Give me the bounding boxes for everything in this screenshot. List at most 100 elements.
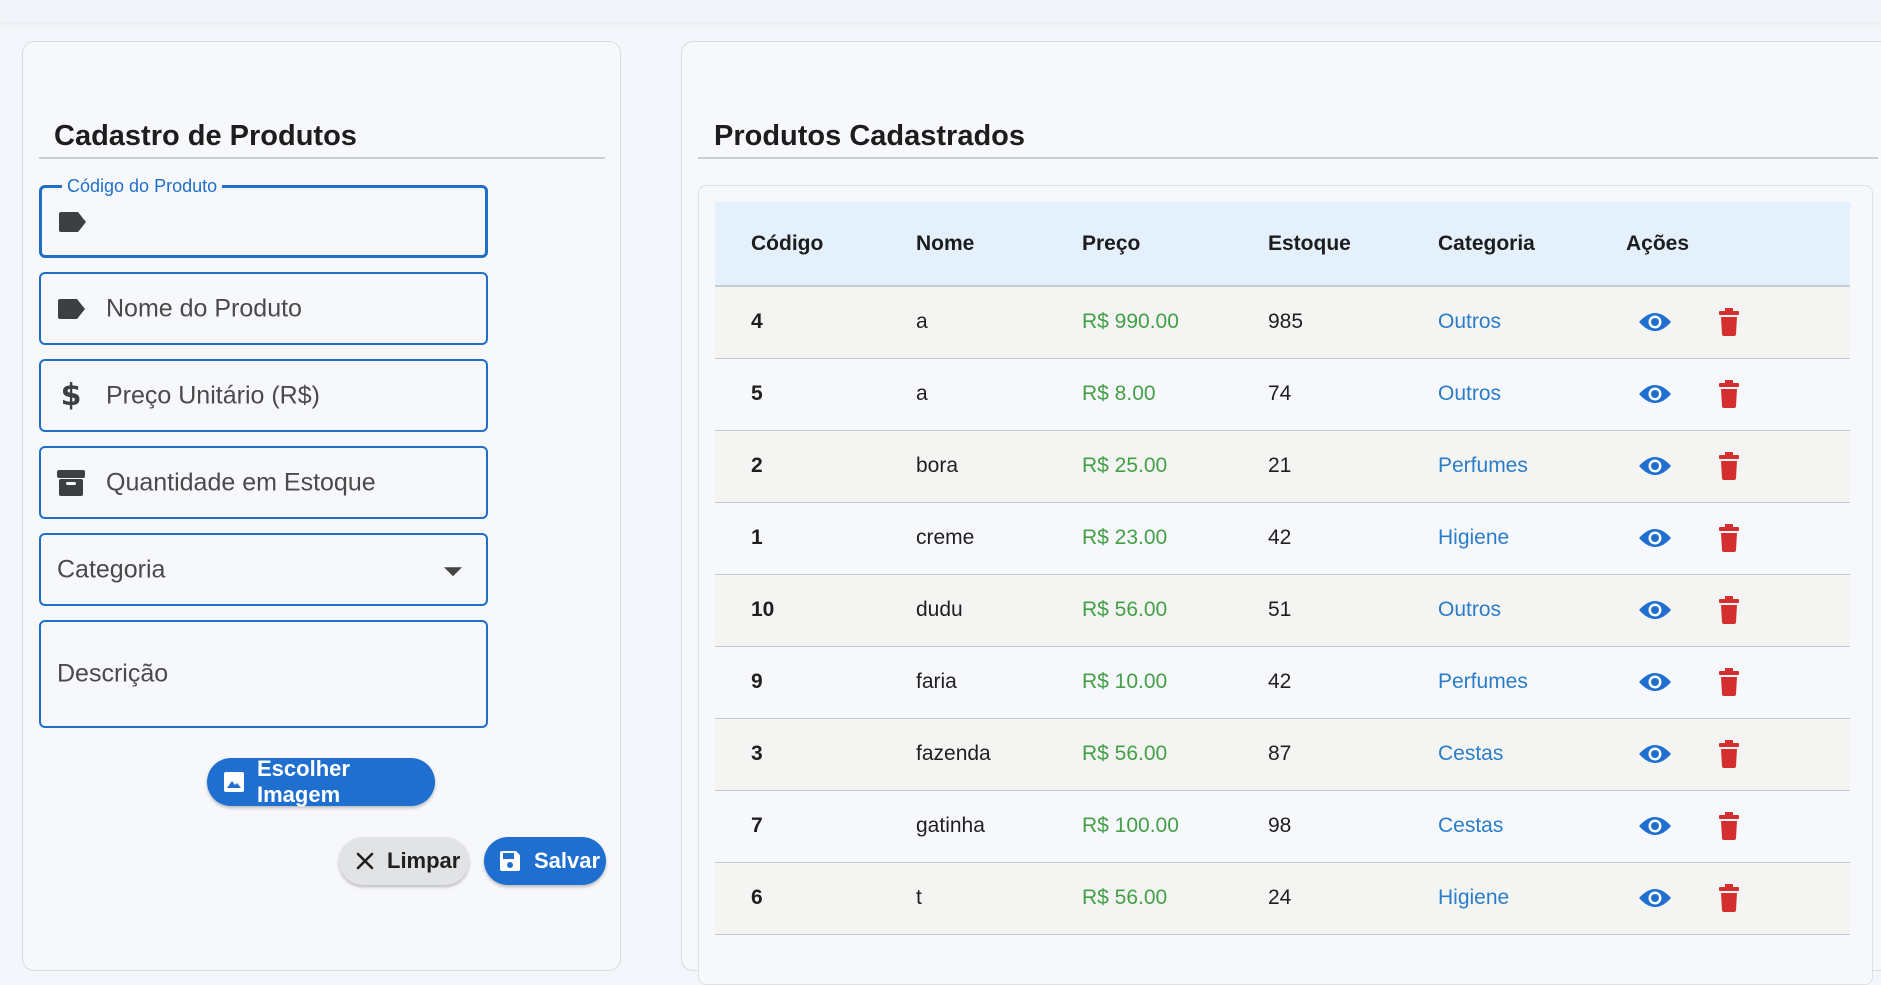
cell-name: fazenda: [916, 742, 991, 765]
cell-price: R$ 25.00: [1082, 454, 1168, 477]
product-name-field[interactable]: Nome do Produto: [39, 272, 488, 345]
product-list-card: Produtos Cadastrados Código Nome Preço E…: [681, 41, 1881, 985]
cell-category: Cestas: [1438, 814, 1504, 837]
cell-code: 2: [751, 454, 763, 477]
table-row: 5 a R$ 8.00 74 Outros: [715, 358, 1850, 430]
cell-name: faria: [916, 670, 957, 693]
description-field[interactable]: Descrição: [39, 620, 488, 728]
save-icon: [498, 849, 522, 873]
trash-icon[interactable]: [1712, 449, 1746, 483]
eye-icon[interactable]: [1638, 305, 1672, 339]
column-header-price[interactable]: Preço: [1081, 202, 1267, 287]
product-form-card: Cadastro de Produtos Código do Produto N…: [22, 41, 621, 971]
description-placeholder: Descrição: [57, 659, 169, 688]
tag-icon: [56, 206, 88, 238]
table-row: 10 dudu R$ 56.00 51 Outros: [715, 574, 1850, 646]
cell-name: a: [916, 310, 928, 334]
cell-name: a: [916, 382, 928, 405]
cell-stock: 87: [1268, 742, 1292, 765]
cell-name: creme: [916, 526, 975, 549]
save-label: Salvar: [534, 848, 601, 873]
trash-icon[interactable]: [1712, 305, 1746, 339]
eye-icon[interactable]: [1638, 665, 1672, 699]
cell-actions: [1625, 502, 1850, 574]
form-divider: [39, 157, 605, 159]
category-placeholder: Categoria: [57, 555, 166, 583]
cell-category: Outros: [1438, 310, 1502, 334]
cell-name: dudu: [916, 598, 963, 621]
cell-actions: [1625, 358, 1850, 430]
choose-image-label: Escolher Imagem: [257, 756, 350, 807]
cell-price: R$ 56.00: [1082, 742, 1168, 765]
unit-price-field[interactable]: $ Preço Unitário (R$): [39, 359, 488, 432]
trash-icon[interactable]: [1712, 809, 1746, 843]
eye-icon[interactable]: [1638, 449, 1672, 483]
cell-stock: 985: [1268, 310, 1304, 334]
cell-name: bora: [916, 454, 959, 477]
cell-actions: [1625, 790, 1850, 862]
cell-code: 4: [751, 310, 763, 334]
unit-price-placeholder: Preço Unitário (R$): [106, 381, 320, 409]
trash-icon[interactable]: [1712, 665, 1746, 699]
image-icon: [223, 771, 245, 793]
cell-stock: 24: [1268, 886, 1292, 909]
column-header-stock[interactable]: Estoque: [1267, 202, 1437, 287]
choose-image-button[interactable]: Escolher Imagem: [207, 756, 435, 807]
cell-stock: 42: [1268, 670, 1292, 693]
trash-icon[interactable]: [1712, 881, 1746, 915]
tag-icon: [55, 293, 87, 325]
table-row: 7 gatinha R$ 100.00 98 Cestas: [715, 790, 1850, 862]
cell-stock: 98: [1268, 814, 1292, 837]
product-name-placeholder: Nome do Produto: [106, 294, 302, 322]
cell-price: R$ 56.00: [1082, 886, 1168, 909]
list-divider: [698, 157, 1878, 159]
cell-code: 3: [751, 742, 763, 765]
cell-category: Perfumes: [1438, 454, 1528, 477]
cell-price: R$ 990.00: [1082, 310, 1179, 334]
table-row: 6 t R$ 56.00 24 Higiene: [715, 862, 1850, 934]
stock-quantity-field[interactable]: Quantidade em Estoque: [39, 446, 488, 519]
cell-actions: [1625, 574, 1850, 646]
cell-category: Outros: [1438, 382, 1502, 405]
table-row: 4 a R$ 990.00 985 Outros: [715, 286, 1850, 358]
cell-code: 10: [751, 598, 775, 621]
archive-box-icon: [55, 467, 87, 499]
cell-code: 5: [751, 382, 763, 405]
dollar-icon: $: [60, 378, 82, 413]
table-header-row: Código Nome Preço Estoque Categoria Açõe…: [715, 202, 1850, 287]
product-code-field[interactable]: Código do Produto: [39, 176, 488, 258]
cell-code: 6: [751, 886, 763, 909]
column-header-code[interactable]: Código: [715, 202, 915, 287]
cell-price: R$ 8.00: [1082, 382, 1156, 405]
cell-actions: [1625, 646, 1850, 718]
cell-price: R$ 100.00: [1082, 814, 1179, 837]
trash-icon[interactable]: [1712, 593, 1746, 627]
column-header-name[interactable]: Nome: [915, 202, 1081, 287]
cell-actions: [1625, 286, 1850, 358]
eye-icon[interactable]: [1638, 881, 1672, 915]
cell-stock: 42: [1268, 526, 1292, 549]
eye-icon[interactable]: [1638, 593, 1672, 627]
eye-icon[interactable]: [1638, 737, 1672, 771]
eye-icon[interactable]: [1638, 809, 1672, 843]
table-row: 2 bora R$ 25.00 21 Perfumes: [715, 430, 1850, 502]
cell-price: R$ 10.00: [1082, 670, 1168, 693]
table-row: 9 faria R$ 10.00 42 Perfumes: [715, 646, 1850, 718]
trash-icon[interactable]: [1712, 521, 1746, 555]
product-code-input[interactable]: [107, 208, 471, 240]
trash-icon[interactable]: [1712, 377, 1746, 411]
cell-stock: 51: [1268, 598, 1292, 621]
table-row: 3 fazenda R$ 56.00 87 Cestas: [715, 718, 1850, 790]
cell-actions: [1625, 430, 1850, 502]
cell-code: 1: [751, 526, 763, 549]
category-select[interactable]: Categoria: [39, 533, 488, 606]
eye-icon[interactable]: [1638, 377, 1672, 411]
trash-icon[interactable]: [1712, 737, 1746, 771]
clear-button[interactable]: Limpar: [339, 837, 469, 885]
top-app-bar: [0, 0, 1881, 22]
cell-category: Higiene: [1438, 526, 1510, 549]
save-button[interactable]: Salvar: [484, 837, 606, 885]
column-header-category[interactable]: Categoria: [1437, 202, 1625, 287]
eye-icon[interactable]: [1638, 521, 1672, 555]
stock-quantity-placeholder: Quantidade em Estoque: [106, 468, 376, 496]
